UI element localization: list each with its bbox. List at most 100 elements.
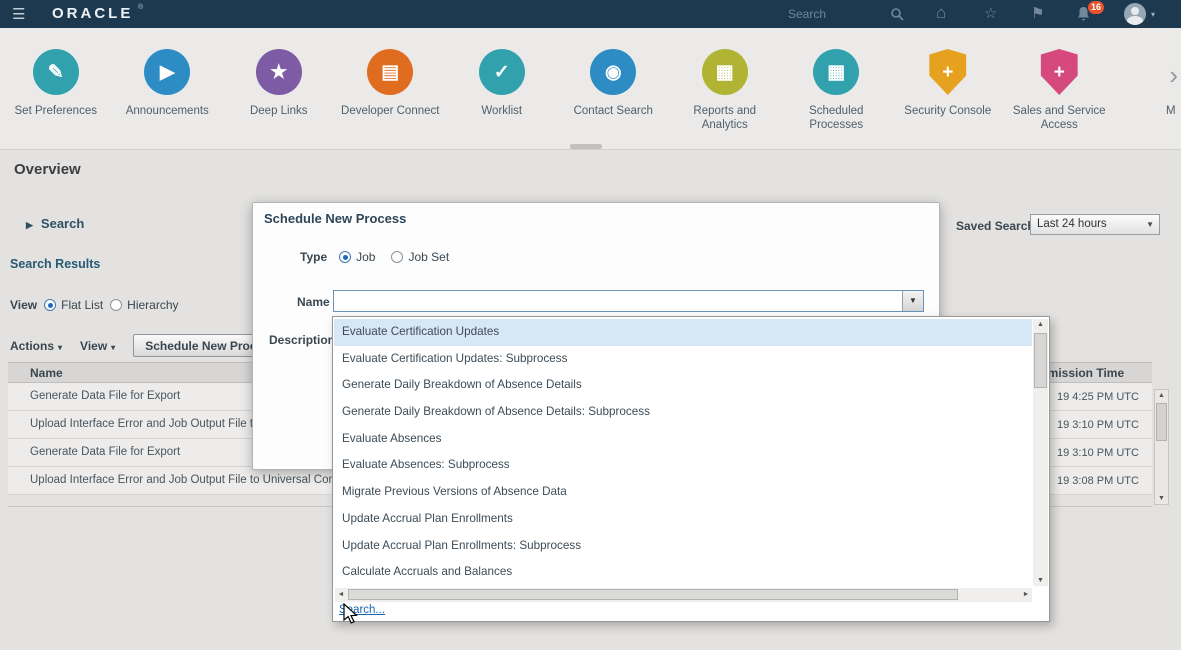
dropdown-option-label: Update Accrual Plan Enrollments [342, 512, 513, 525]
scroll-down-icon[interactable]: ▼ [1155, 495, 1168, 502]
dropdown-horizontal-scrollbar[interactable]: ◄ ► [335, 588, 1032, 602]
app-label: Announcements [112, 104, 224, 118]
search-section-toggle[interactable]: ▶ Search [26, 216, 84, 231]
app-glyph-icon: ▦ [716, 63, 734, 82]
app-tile[interactable]: ✓ Worklist [446, 49, 558, 149]
app-icon: + [1036, 49, 1082, 95]
dropdown-option-label: Update Accrual Plan Enrollments: Subproc… [342, 539, 581, 552]
app-tile[interactable]: ▤ Developer Connect [335, 49, 447, 149]
scrollbar-thumb[interactable] [348, 589, 958, 600]
table-vertical-scrollbar[interactable]: ▲ ▼ [1154, 389, 1169, 505]
dropdown-option[interactable]: Evaluate Certification Updates [334, 319, 1032, 346]
radio-unselected-icon [391, 251, 403, 263]
app-icon: ✓ [479, 49, 525, 95]
dropdown-option[interactable]: Update Accrual Plan Enrollments [334, 506, 1032, 533]
dropdown-option-label: Migrate Previous Versions of Absence Dat… [342, 485, 567, 498]
dropdown-option[interactable]: Migrate Previous Versions of Absence Dat… [334, 479, 1032, 506]
app-glyph-icon: ▤ [381, 63, 399, 82]
actions-menu[interactable]: Actions▾ [10, 339, 62, 353]
view-flat-list-radio[interactable]: Flat List [44, 298, 103, 312]
home-icon[interactable]: ⌂ [936, 4, 946, 21]
search-icon[interactable] [890, 7, 904, 26]
type-job-set-radio[interactable]: Job Set [391, 250, 449, 264]
app-glyph-icon: ◉ [605, 63, 622, 82]
scrollbar-thumb[interactable] [1034, 333, 1047, 388]
expand-arrow-icon: ▶ [26, 220, 33, 230]
dropdown-option[interactable]: Generate Daily Breakdown of Absence Deta… [334, 372, 1032, 399]
app-tile[interactable]: ★ Deep Links [223, 49, 335, 149]
app-icon: ◉ [590, 49, 636, 95]
combobox-dropdown-button[interactable]: ▼ [902, 291, 923, 311]
dropdown-option[interactable]: Evaluate Absences [334, 426, 1032, 453]
view-hierarchy-label: Hierarchy [127, 298, 178, 312]
dropdown-option[interactable]: Evaluate Certification Updates: Subproce… [334, 346, 1032, 373]
app-glyph-icon: ✓ [494, 63, 510, 82]
view-menu-label: View [80, 339, 107, 353]
dropdown-search-link[interactable]: Search... [339, 604, 385, 616]
scroll-right-icon[interactable]: ► [1020, 588, 1032, 602]
app-label: Deep Links [223, 104, 335, 118]
app-tile[interactable]: ▦ Reports and Analytics [669, 49, 781, 149]
springboard-next-arrow-icon[interactable]: › [1169, 60, 1178, 91]
notification-count-badge: 16 [1088, 1, 1104, 14]
app-glyph-icon: ✎ [48, 63, 64, 82]
app-icon: + [925, 49, 971, 95]
app-tile[interactable]: ✎ Set Preferences [0, 49, 112, 149]
registered-mark: ® [138, 4, 143, 11]
view-hierarchy-radio[interactable]: Hierarchy [110, 298, 178, 312]
saved-search-select[interactable]: Last 24 hours ▼ [1030, 214, 1160, 235]
avatar-caret-icon: ▾ [1151, 10, 1155, 19]
app-tile[interactable]: + Sales and Service Access [1004, 49, 1116, 149]
app-glyph-icon: + [1054, 63, 1065, 82]
chevron-down-icon: ▾ [58, 343, 62, 352]
app-icon: ▦ [702, 49, 748, 95]
radio-selected-icon [44, 299, 56, 311]
view-flat-list-label: Flat List [61, 298, 103, 312]
app-tile[interactable]: ▶ Announcements [112, 49, 224, 149]
hamburger-menu-icon[interactable]: ☰ [12, 5, 25, 23]
app-label: Set Preferences [0, 104, 112, 118]
favorites-star-icon[interactable]: ☆ [984, 6, 997, 21]
results-toolbar: Actions▾ View▾ Schedule New Process [10, 334, 289, 357]
app-tile[interactable]: + Security Console [892, 49, 1004, 149]
dropdown-option[interactable]: Update Accrual Plan Enrollments: Subproc… [334, 533, 1032, 560]
scroll-up-icon[interactable]: ▲ [1155, 392, 1168, 399]
app-tile[interactable]: ▦ Scheduled Processes [781, 49, 893, 149]
avatar[interactable] [1124, 3, 1146, 25]
springboard: ✎ Set Preferences ▶ Announcements ★ Deep… [0, 28, 1181, 150]
type-job-set-label: Job Set [408, 250, 449, 264]
app-icon: ▤ [367, 49, 413, 95]
process-name-combobox[interactable]: ▼ [333, 290, 924, 312]
app-glyph-icon: ▦ [827, 63, 845, 82]
type-job-label: Job [356, 250, 375, 264]
scroll-down-icon[interactable]: ▼ [1033, 577, 1048, 584]
process-name-cell: Generate Data File for Export [30, 390, 180, 402]
dropdown-option-label: Evaluate Certification Updates: Subproce… [342, 352, 567, 365]
dropdown-option-label: Calculate Accruals and Balances [342, 565, 512, 578]
global-search-input[interactable] [788, 3, 884, 25]
column-header-name: Name [30, 366, 63, 380]
view-menu[interactable]: View▾ [80, 339, 115, 353]
app-tile[interactable]: ◉ Contact Search [558, 49, 670, 149]
process-dropdown-panel: Evaluate Certification Updates Evaluate … [332, 316, 1050, 622]
process-name-cell: Upload Interface Error and Job Output Fi… [30, 474, 354, 486]
dropdown-option[interactable]: Evaluate Absences: Subprocess [334, 452, 1032, 479]
dropdown-option[interactable]: Generate Daily Breakdown of Absence Deta… [334, 399, 1032, 426]
scroll-up-icon[interactable]: ▲ [1033, 321, 1048, 328]
submission-time-cell: 19 3:10 PM UTC [1057, 447, 1139, 459]
search-section-label: Search [41, 216, 84, 231]
type-job-radio[interactable]: Job [339, 250, 375, 264]
radio-unselected-icon [110, 299, 122, 311]
dropdown-option[interactable]: Calculate Accruals and Balances [334, 559, 1032, 586]
chevron-down-icon: ▼ [1146, 215, 1154, 234]
app-label: Scheduled Processes [781, 104, 893, 133]
flag-icon[interactable]: ⚑ [1031, 6, 1044, 21]
description-label: Description [269, 333, 335, 347]
view-label: View [10, 298, 37, 312]
dialog-title: Schedule New Process [264, 211, 406, 226]
dropdown-option-label: Evaluate Absences [342, 432, 441, 445]
scrollbar-thumb[interactable] [1156, 403, 1167, 441]
dropdown-vertical-scrollbar[interactable]: ▲ ▼ [1033, 319, 1048, 586]
app-icon: ▦ [813, 49, 859, 95]
scroll-left-icon[interactable]: ◄ [335, 588, 347, 602]
